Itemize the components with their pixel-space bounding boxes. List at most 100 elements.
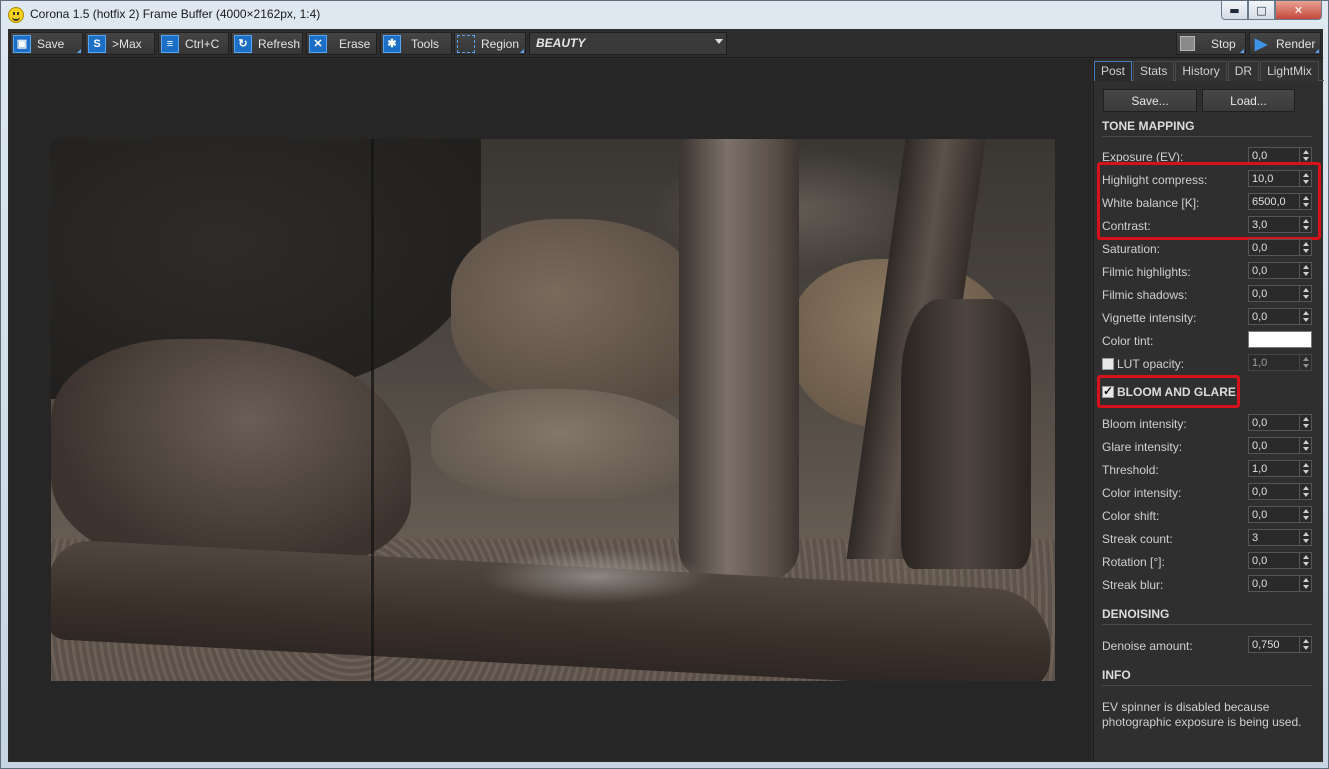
color-shift-input[interactable] [1249,507,1299,523]
spinner-arrows-icon[interactable] [1299,263,1311,278]
tab-stats[interactable]: Stats [1133,61,1175,81]
erase-label: Erase [339,36,371,51]
spinner-arrows-icon[interactable] [1299,309,1311,324]
erase-x-icon: ✕ [309,34,327,53]
spinner-arrows-icon[interactable] [1299,148,1311,163]
tone-mapping-heading: TONE MAPPING [1102,119,1312,137]
threshold-spinner[interactable] [1248,460,1312,477]
tab-dr[interactable]: DR [1227,61,1260,81]
tools-button[interactable]: ✱ Tools [380,32,452,55]
filmic-highlights-spinner[interactable] [1248,262,1312,279]
streak-count-input[interactable] [1249,530,1299,546]
tab-history[interactable]: History [1175,61,1227,81]
copy-button[interactable]: ≡ Ctrl+C [158,32,229,55]
denoise-amount-row: Denoise amount: [1102,636,1314,656]
title-bar[interactable]: Corona 1.5 (hotfix 2) Frame Buffer (4000… [1,1,1328,29]
render-button[interactable]: ▶ Render [1249,32,1321,55]
gear-icon: ✱ [383,34,401,53]
minimize-button[interactable]: ▬ [1221,1,1248,20]
filmic-highlights-input[interactable] [1249,263,1299,279]
region-button[interactable]: Region [454,32,526,55]
lut-checkbox[interactable] [1102,358,1114,370]
spinner-arrows-icon[interactable] [1299,355,1311,370]
vignette-input[interactable] [1249,309,1299,325]
dropdown-corner-icon [520,49,524,53]
spinner-arrows-icon[interactable] [1299,438,1311,453]
spinner-arrows-icon[interactable] [1299,530,1311,545]
denoise-amount-input[interactable] [1249,637,1299,653]
saturation-spinner[interactable] [1248,239,1312,256]
lut-label-text: LUT opacity: [1117,357,1185,371]
max-button[interactable]: S >Max [85,32,155,55]
render-viewport[interactable] [10,59,1091,760]
bloom-intensity-input[interactable] [1249,415,1299,431]
glare-intensity-label: Glare intensity: [1102,440,1183,454]
rotation-input[interactable] [1249,553,1299,569]
filmic-shadows-spinner[interactable] [1248,285,1312,302]
close-button[interactable]: ✕ [1275,1,1322,20]
midground-rock [431,389,691,499]
glare-intensity-row: Glare intensity: [1102,437,1314,457]
spinner-arrows-icon[interactable] [1299,507,1311,522]
lut-opacity-input[interactable] [1249,355,1299,371]
post-panel: Post Stats History DR LightMix Save... L… [1093,59,1324,762]
stop-label: Stop [1211,36,1236,51]
streak-count-spinner[interactable] [1248,529,1312,546]
color-shift-spinner[interactable] [1248,506,1312,523]
save-label: Save [37,36,65,51]
saturation-input[interactable] [1249,240,1299,256]
vignette-row: Vignette intensity: [1102,308,1314,328]
streak-count-label: Streak count: [1102,532,1173,546]
threshold-input[interactable] [1249,461,1299,477]
dropdown-corner-icon [77,49,81,53]
tab-post[interactable]: Post [1094,61,1133,81]
filmic-shadows-input[interactable] [1249,286,1299,302]
vignette-spinner[interactable] [1248,308,1312,325]
spinner-arrows-icon[interactable] [1299,553,1311,568]
save-preset-button[interactable]: Save... [1103,89,1197,112]
moss-patch [481,549,711,604]
dropdown-corner-icon [1315,49,1319,53]
stop-square-icon [1180,36,1195,51]
render-pass-value: BEAUTY [536,36,586,50]
render-label: Render [1276,36,1316,51]
stop-button[interactable]: Stop [1176,32,1246,55]
color-tint-label: Color tint: [1102,334,1154,348]
chevron-down-icon [715,39,723,44]
color-intensity-input[interactable] [1249,484,1299,500]
spinner-arrows-icon[interactable] [1299,576,1311,591]
save-button[interactable]: ▣ Save [10,32,83,55]
spinner-arrows-icon[interactable] [1299,484,1311,499]
erase-button[interactable]: ✕ Erase [306,32,377,55]
color-shift-row: Color shift: [1102,506,1314,526]
tab-lightmix[interactable]: LightMix [1260,61,1319,81]
streak-blur-spinner[interactable] [1248,575,1312,592]
rotation-label: Rotation [°]: [1102,555,1165,569]
spinner-arrows-icon[interactable] [1299,240,1311,255]
frame-buffer-window: Corona 1.5 (hotfix 2) Frame Buffer (4000… [0,0,1329,769]
info-heading: INFO [1102,668,1312,686]
denoise-amount-spinner[interactable] [1248,636,1312,653]
glare-intensity-spinner[interactable] [1248,437,1312,454]
color-intensity-spinner[interactable] [1248,483,1312,500]
color-tint-swatch[interactable] [1248,331,1312,348]
refresh-icon: ↻ [234,34,252,53]
glare-intensity-input[interactable] [1249,438,1299,454]
lut-opacity-spinner[interactable] [1248,354,1312,371]
saturation-label: Saturation: [1102,242,1161,256]
refresh-button[interactable]: ↻ Refresh [231,32,303,55]
load-preset-button[interactable]: Load... [1202,89,1295,112]
spinner-arrows-icon[interactable] [1299,286,1311,301]
render-pass-select[interactable]: BEAUTY [529,32,727,55]
bloom-intensity-spinner[interactable] [1248,414,1312,431]
maximize-button[interactable]: □ [1248,1,1275,20]
spinner-arrows-icon[interactable] [1299,461,1311,476]
play-icon: ▶ [1254,35,1268,53]
spinner-arrows-icon[interactable] [1299,637,1311,652]
rendered-image [51,139,1055,681]
rotation-spinner[interactable] [1248,552,1312,569]
spinner-arrows-icon[interactable] [1299,415,1311,430]
streak-blur-input[interactable] [1249,576,1299,592]
filmic-shadows-label: Filmic shadows: [1102,288,1188,302]
max-label: >Max [112,36,142,51]
